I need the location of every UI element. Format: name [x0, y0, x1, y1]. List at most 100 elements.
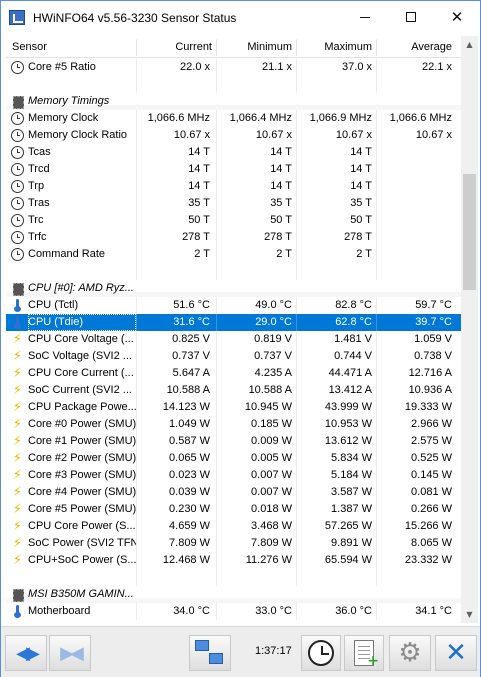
- grid-line: [216, 552, 217, 569]
- average-value: 19.333 W: [404, 401, 452, 413]
- maximum-value: [296, 586, 372, 603]
- minimum-value: 0.007 W: [251, 469, 292, 481]
- average-value: 10.936 A: [408, 384, 452, 396]
- grid-line: [376, 433, 377, 450]
- sensor-group-row[interactable]: MSI B350M GAMIN...: [6, 586, 461, 603]
- grid-line: [296, 263, 297, 280]
- sensor-row[interactable]: Trcd 14 T 14 T 14 T: [6, 161, 461, 178]
- sensor-row[interactable]: ⚡ CPU+SoC Power (S... 12.468 W 11.276 W 65.5…: [6, 552, 461, 569]
- grid-line: [136, 399, 137, 416]
- sensor-row[interactable]: ⚡ SoC Voltage (SVI2 ... 0.737 V 0.737 V 0.74…: [6, 348, 461, 365]
- grid-line: [136, 161, 137, 178]
- sensor-row[interactable]: Tcas 14 T 14 T 14 T: [6, 144, 461, 161]
- maximum-value: 1.481 V: [334, 333, 372, 345]
- maximum-value: 37.0 x: [342, 61, 372, 73]
- window-title: HWiNFO64 v5.56-3230 Sensor Status: [33, 11, 237, 25]
- column-header-row: Sensor Current Minimum Maximum Average: [6, 36, 461, 58]
- sensor-row[interactable]: Trfc 278 T 278 T 278 T: [6, 229, 461, 246]
- current-value: 0.023 W: [169, 469, 210, 481]
- column-header-maximum[interactable]: Maximum: [296, 36, 372, 58]
- sensor-row[interactable]: ⚡ SoC Power (SVI2 TFN) 7.809 W 7.809 W 9.891…: [6, 535, 461, 552]
- maximum-value: 13.412 A: [328, 384, 372, 396]
- scrollbar-thumb[interactable]: [463, 174, 476, 290]
- sensor-row[interactable]: ⚡ Core #0 Power (SMU) 1.049 W 0.185 W 10.953…: [6, 416, 461, 433]
- sensor-table[interactable]: Sensor Current Minimum Maximum Average C…: [6, 36, 461, 623]
- grid-line: [216, 246, 217, 263]
- current-value: [136, 263, 210, 280]
- sensor-row[interactable]: ⚡ Core #1 Power (SMU) 0.587 W 0.009 W 13.612…: [6, 433, 461, 450]
- sensor-name: SoC Current (SVI2 ...: [28, 384, 132, 396]
- column-header-current[interactable]: Current: [136, 36, 212, 58]
- close-window-button[interactable]: ✕: [434, 1, 480, 33]
- sensor-row[interactable]: Motherboard 34.0 °C 33.0 °C 36.0 °C 34.1 °C: [6, 603, 461, 620]
- expand-collapse-button[interactable]: ◀▶: [5, 635, 47, 671]
- minimum-value: [218, 93, 292, 110]
- current-value: 31.6 °C: [173, 316, 210, 328]
- expand-collapse-button-secondary[interactable]: ▶◀: [49, 635, 91, 671]
- grid-line: [296, 212, 297, 229]
- grid-line: [136, 246, 137, 263]
- sensor-row[interactable]: ⚡ CPU Package Powe... 14.123 W 10.945 W 43.9…: [6, 399, 461, 416]
- sensor-row[interactable]: ⚡ CPU Core Power (S... 4.659 W 3.468 W 57.26…: [6, 518, 461, 535]
- clock-icon: [11, 163, 24, 176]
- sensor-row[interactable]: ⚡ Core #5 Power (SMU) 0.230 W 0.018 W 1.387 …: [6, 501, 461, 518]
- grid-line: [216, 501, 217, 518]
- close-sensors-button[interactable]: ✕: [435, 635, 477, 671]
- scroll-up-arrow-icon[interactable]: ▲: [461, 36, 478, 53]
- grid-line: [376, 399, 377, 416]
- grid-line: [136, 59, 137, 76]
- sensor-row[interactable]: ⚡ Core #3 Power (SMU) 0.023 W 0.007 W 5.184 …: [6, 467, 461, 484]
- sensor-group-row[interactable]: CPU [#0]: AMD Ryz...: [6, 280, 461, 297]
- current-value: 0.587 W: [169, 435, 210, 447]
- lightning-bolt-icon: ⚡: [12, 417, 23, 432]
- sensor-row[interactable]: Trp 14 T 14 T 14 T: [6, 178, 461, 195]
- sensor-row[interactable]: Memory Clock Ratio 10.67 x 10.67 x 10.67 x 1…: [6, 127, 461, 144]
- sensor-row[interactable]: CPU (Tctl) 51.6 °C 49.0 °C 82.8 °C 59.7 °C: [6, 297, 461, 314]
- maximum-value: 44.471 A: [328, 367, 372, 379]
- lightning-bolt-icon: ⚡: [12, 383, 23, 398]
- reset-timer-button[interactable]: [301, 635, 341, 671]
- minimum-value: 0.005 W: [251, 452, 292, 464]
- sensor-row[interactable]: ⚡ CPU Core Voltage (... 0.825 V 0.819 V 1.48…: [6, 331, 461, 348]
- column-header-sensor[interactable]: Sensor: [12, 36, 47, 58]
- minimum-value: 7.809 W: [251, 537, 292, 549]
- sensor-row[interactable]: ⚡ Core #4 Power (SMU) 0.039 W 0.007 W 3.587 …: [6, 484, 461, 501]
- column-header-minimum[interactable]: Minimum: [216, 36, 292, 58]
- average-value: 15.266 W: [404, 520, 452, 532]
- grid-line: [136, 552, 137, 569]
- minimum-value: 0.018 W: [251, 503, 292, 515]
- vertical-scrollbar[interactable]: ▲ ▼: [461, 36, 478, 623]
- sensor-row[interactable]: Trc 50 T 50 T 50 T: [6, 212, 461, 229]
- sensor-name: CPU (Tdie): [28, 314, 136, 331]
- grid-line: [296, 229, 297, 246]
- scroll-down-arrow-icon[interactable]: ▼: [461, 606, 478, 623]
- sensor-row[interactable]: Command Rate 2 T 2 T 2 T: [6, 246, 461, 263]
- network-button[interactable]: [189, 635, 231, 671]
- sensor-row[interactable]: Tras 35 T 35 T 35 T: [6, 195, 461, 212]
- sensor-row[interactable]: CPU (Tdie) 31.6 °C 29.0 °C 62.8 °C 39.7 °C: [6, 314, 461, 331]
- sensor-row[interactable]: Core #5 Ratio 22.0 x 21.1 x 37.0 x 22.1 x: [6, 59, 461, 76]
- grid-line: [216, 229, 217, 246]
- grid-line: [136, 484, 137, 501]
- grid-line: [136, 365, 137, 382]
- sensor-row[interactable]: Memory Clock 1,066.6 MHz 1,066.4 MHz 1,066.…: [6, 110, 461, 127]
- grid-line: [296, 569, 297, 586]
- sensor-row[interactable]: ⚡ CPU Core Current (... 5.647 A 4.235 A 44.4…: [6, 365, 461, 382]
- column-header-average[interactable]: Average: [376, 36, 452, 58]
- minimum-value: [218, 586, 292, 603]
- sensor-row[interactable]: ⚡ SoC Current (SVI2 ... 10.588 A 10.588 A 13…: [6, 382, 461, 399]
- sensor-name: Motherboard: [28, 605, 91, 617]
- title-bar[interactable]: HWiNFO64 v5.56-3230 Sensor Status ✕: [1, 1, 480, 35]
- logging-button[interactable]: +: [344, 635, 384, 671]
- grid-line: [376, 382, 377, 399]
- minimize-icon: [360, 16, 370, 18]
- sensor-group-row[interactable]: Memory Timings: [6, 93, 461, 110]
- current-value: [136, 76, 210, 93]
- sensor-row[interactable]: ⚡ Core #2 Power (SMU) 0.065 W 0.005 W 5.834 …: [6, 450, 461, 467]
- average-value: 12.716 A: [408, 367, 452, 379]
- maximize-button[interactable]: [388, 1, 434, 33]
- grid-line: [376, 110, 377, 127]
- minimize-button[interactable]: [342, 1, 388, 33]
- average-value: 0.738 V: [414, 350, 452, 362]
- settings-button[interactable]: ⚙: [389, 635, 431, 671]
